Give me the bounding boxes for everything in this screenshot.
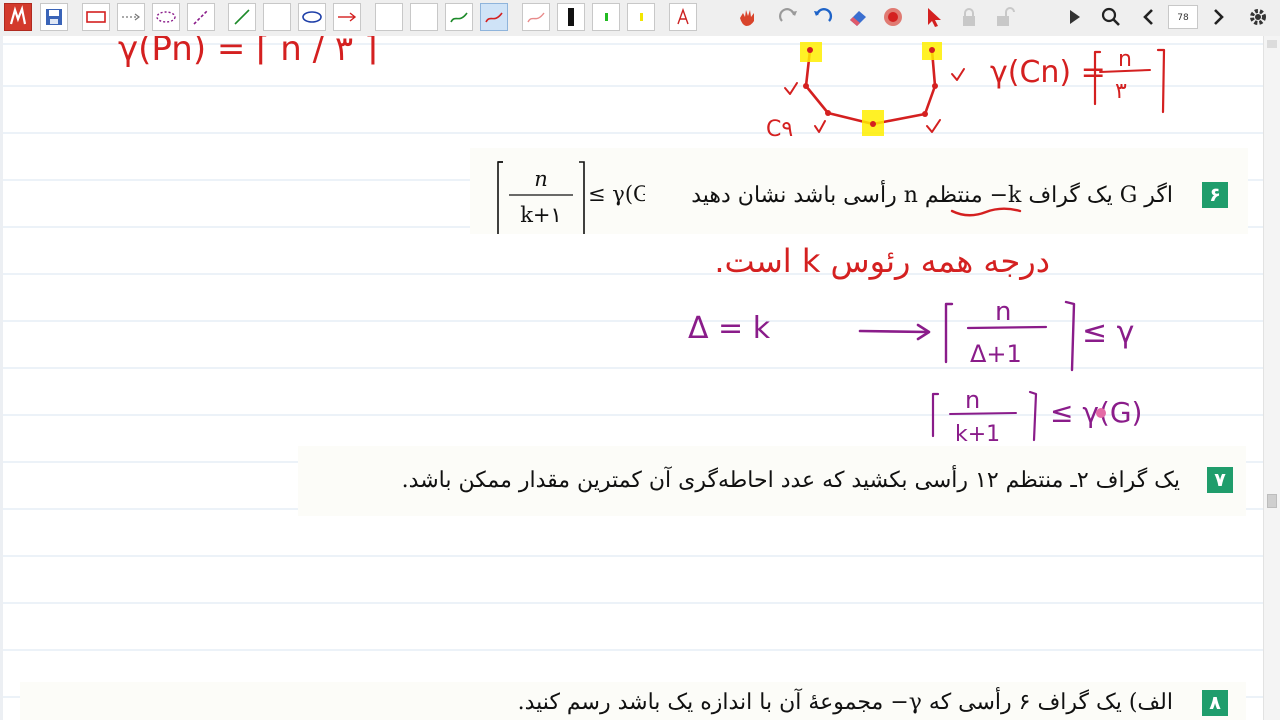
green-highlighter-icon[interactable]: [592, 3, 620, 31]
dashed-ellipse-icon[interactable]: [152, 3, 180, 31]
cycle-label: C۹: [766, 117, 793, 142]
ineq1-den: Δ+1: [970, 340, 1022, 368]
handwriting-layer: γ(Pn) = ⌈ n / ۳ ⌉ C۹ γ(Cn) = n ۳ درجه هم…: [118, 36, 1166, 447]
cycle-formula-lhs: γ(Cn) =: [990, 55, 1106, 90]
notebook-page[interactable]: ۶ اگر G یک گراف k− منتظم n رأسی باشد نشا…: [0, 36, 1263, 720]
blank-tool-icon[interactable]: [263, 3, 291, 31]
pointer-icon[interactable]: [920, 3, 948, 31]
redo-icon[interactable]: [774, 3, 802, 31]
play-icon[interactable]: [1060, 3, 1088, 31]
dashed-arrow-icon[interactable]: [117, 3, 145, 31]
vertical-scrollbar[interactable]: [1263, 36, 1280, 720]
prev-page-icon[interactable]: [1135, 3, 1163, 31]
undo-icon[interactable]: [809, 3, 837, 31]
record-icon[interactable]: [879, 3, 907, 31]
toolbar: 78: [0, 0, 1280, 37]
implication-arrow: [858, 329, 930, 334]
next-page-icon[interactable]: [1204, 3, 1232, 31]
ineq1-num: n: [995, 297, 1011, 327]
pen-red-icon[interactable]: [480, 3, 508, 31]
scroll-up-button[interactable]: [1267, 40, 1277, 48]
ineq1-rhs: ≤ γ: [1082, 315, 1134, 350]
line-icon[interactable]: [228, 3, 256, 31]
arrow-icon[interactable]: [333, 3, 361, 31]
settings-icon[interactable]: [1244, 3, 1272, 31]
ineq2-num: n: [965, 386, 980, 414]
pen-green-icon[interactable]: [445, 3, 473, 31]
app-logo-icon[interactable]: [4, 3, 32, 31]
yellow-highlighter-icon[interactable]: [627, 3, 655, 31]
ellipse-icon[interactable]: [298, 3, 326, 31]
delta-equals-k: Δ = k: [688, 311, 771, 346]
page-left-margin: [0, 36, 3, 720]
red-note: درجه همه رئوس k است.: [714, 242, 1050, 280]
text-tool-icon[interactable]: [669, 3, 697, 31]
dashed-line-icon[interactable]: [187, 3, 215, 31]
blank-tool-icon[interactable]: [410, 3, 438, 31]
black-marker-icon[interactable]: [557, 3, 585, 31]
save-icon[interactable]: [40, 3, 68, 31]
scrollbar-thumb[interactable]: [1267, 494, 1277, 508]
zoom-icon[interactable]: [1097, 3, 1125, 31]
pen-light-icon[interactable]: [522, 3, 550, 31]
page-number[interactable]: 78: [1168, 5, 1198, 29]
hand-icon[interactable]: [733, 3, 761, 31]
underline-annotation: [950, 207, 1022, 217]
lock-icon[interactable]: [955, 3, 983, 31]
blank-tool-icon[interactable]: [375, 3, 403, 31]
cycle-formula-den: ۳: [1115, 79, 1127, 104]
handwriting-gamma-pn: γ(Pn) = ⌈ n / ۳ ⌉: [118, 36, 377, 69]
pen-cursor: [1096, 408, 1106, 418]
ineq2-den: k+1: [955, 422, 1000, 447]
unlock-icon[interactable]: [990, 3, 1018, 31]
cycle-formula-num: n: [1118, 47, 1132, 72]
eraser-icon[interactable]: [844, 3, 872, 31]
rectangle-icon[interactable]: [82, 3, 110, 31]
